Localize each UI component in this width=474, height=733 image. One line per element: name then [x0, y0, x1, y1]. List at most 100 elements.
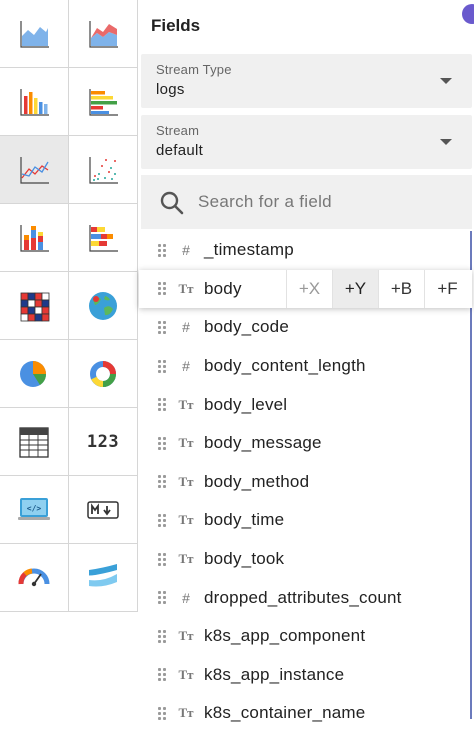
field-item[interactable]: Tт k8s_container_name	[139, 694, 472, 733]
area-chart-option[interactable]	[0, 0, 69, 68]
html-chart-option[interactable]: </>	[0, 476, 69, 544]
text-type-icon: Tт	[178, 396, 194, 412]
drag-handle-icon[interactable]	[158, 320, 166, 334]
line-chart-option[interactable]	[0, 136, 69, 204]
field-name: k8s_app_component	[204, 626, 366, 646]
table-chart-option[interactable]	[0, 408, 69, 476]
sankey-chart-option[interactable]	[69, 544, 138, 612]
text-type-icon: Tт	[178, 435, 194, 451]
table-chart-icon	[16, 424, 52, 460]
svg-text:</>: </>	[27, 504, 42, 513]
number-type-icon: #	[182, 319, 190, 336]
drag-handle-icon[interactable]	[158, 475, 166, 489]
text-type-icon: Tт	[178, 280, 194, 296]
drag-handle-icon[interactable]	[158, 436, 166, 450]
heatmap-chart-icon	[16, 288, 52, 324]
fields-title: Fields	[151, 16, 201, 35]
add-breakdown-button[interactable]: +B	[378, 269, 424, 308]
field-item[interactable]: Tт body_method	[139, 463, 472, 502]
drag-handle-icon[interactable]	[158, 629, 166, 643]
metric-chart-icon: 123	[86, 431, 120, 452]
drag-handle-icon[interactable]	[158, 398, 166, 412]
stacked-area-chart-icon	[85, 16, 121, 52]
heatmap-chart-option[interactable]	[0, 272, 69, 340]
text-type-icon: Tт	[178, 628, 194, 644]
field-name: body_code	[204, 317, 289, 337]
text-type-icon: Tт	[178, 666, 194, 682]
stream-value: default	[156, 142, 204, 159]
line-chart-icon	[16, 152, 52, 188]
field-item[interactable]: # body_code	[139, 308, 472, 347]
chart-type-palette: 123 </>	[0, 0, 138, 719]
collapse-panel-button[interactable]	[462, 4, 474, 24]
html-chart-icon: </>	[16, 492, 52, 528]
text-type-icon: Tт	[178, 551, 194, 567]
drag-handle-icon[interactable]	[158, 282, 166, 296]
fields-panel: Fields Stream Type logs Stream default #…	[139, 0, 474, 722]
drag-handle-icon[interactable]	[158, 243, 166, 257]
sankey-chart-icon	[85, 560, 121, 596]
stacked-bar-chart-option[interactable]	[0, 204, 69, 272]
horizontal-bar-chart-option[interactable]	[69, 68, 138, 136]
field-item[interactable]: # _timestamp	[139, 231, 472, 270]
text-type-icon: Tт	[178, 705, 194, 721]
drag-handle-icon[interactable]	[158, 706, 166, 720]
field-item[interactable]: Tт k8s_app_component	[139, 617, 472, 656]
geomap-chart-option[interactable]	[69, 272, 138, 340]
field-name: k8s_container_name	[204, 703, 366, 723]
metric-chart-option[interactable]: 123	[69, 408, 138, 476]
drag-handle-icon[interactable]	[158, 552, 166, 566]
donut-chart-icon	[85, 356, 121, 392]
add-y-axis-button[interactable]: +Y	[332, 269, 378, 308]
field-item[interactable]: # dropped_attributes_count	[139, 578, 472, 617]
number-type-icon: #	[182, 242, 190, 259]
chart-type-grid: 123 </>	[0, 0, 138, 612]
field-name: dropped_attributes_count	[204, 587, 402, 607]
field-item[interactable]: Tт k8s_app_instance	[139, 656, 472, 695]
field-search-box	[141, 175, 472, 229]
stream-type-select[interactable]: Stream Type logs	[141, 54, 472, 108]
field-item[interactable]: Tт body +X +Y +B +F	[139, 269, 472, 309]
stream-type-value: logs	[156, 81, 185, 98]
field-item[interactable]: Tт body_time	[139, 501, 472, 540]
donut-chart-option[interactable]	[69, 340, 138, 408]
drag-handle-icon[interactable]	[158, 359, 166, 373]
stacked-area-chart-option[interactable]	[69, 0, 138, 68]
field-search-input[interactable]	[198, 175, 458, 229]
search-icon	[159, 190, 185, 221]
add-filter-button[interactable]: +F	[424, 269, 470, 308]
area-chart-icon	[16, 16, 52, 52]
field-name: body_level	[204, 394, 288, 414]
horizontal-bar-chart-icon	[85, 84, 121, 120]
bar-chart-icon	[16, 84, 52, 120]
bar-chart-option[interactable]	[0, 68, 69, 136]
text-type-icon: Tт	[178, 473, 194, 489]
markdown-chart-option[interactable]	[69, 476, 138, 544]
scatter-chart-option[interactable]	[69, 136, 138, 204]
pie-chart-option[interactable]	[0, 340, 69, 408]
field-item[interactable]: Tт body_level	[139, 385, 472, 424]
markdown-chart-icon	[85, 492, 121, 528]
axis-button-group: +X +Y +B +F	[286, 269, 470, 308]
geomap-chart-icon	[85, 288, 121, 324]
field-name: body_method	[204, 471, 310, 491]
stream-type-label: Stream Type	[156, 62, 232, 77]
add-x-axis-button[interactable]: +X	[286, 269, 332, 308]
field-item[interactable]: # body_content_length	[139, 347, 472, 386]
number-type-icon: #	[182, 589, 190, 606]
field-list: # _timestamp Tт body +X +Y +B +F # body_code # body…	[139, 231, 472, 733]
field-item[interactable]: Tт body_message	[139, 424, 472, 463]
field-name: _timestamp	[204, 240, 294, 260]
drag-handle-icon[interactable]	[158, 668, 166, 682]
horizontal-stacked-bar-chart-option[interactable]	[69, 204, 138, 272]
number-type-icon: #	[182, 358, 190, 375]
drag-handle-icon[interactable]	[158, 591, 166, 605]
chevron-down-icon	[440, 139, 452, 145]
field-name: body_content_length	[204, 356, 366, 376]
field-item[interactable]: Tт body_took	[139, 540, 472, 579]
gauge-chart-option[interactable]	[0, 544, 69, 612]
pie-chart-icon	[16, 356, 52, 392]
stream-select[interactable]: Stream default	[141, 115, 472, 169]
stacked-bar-chart-icon	[16, 220, 52, 256]
drag-handle-icon[interactable]	[158, 513, 166, 527]
